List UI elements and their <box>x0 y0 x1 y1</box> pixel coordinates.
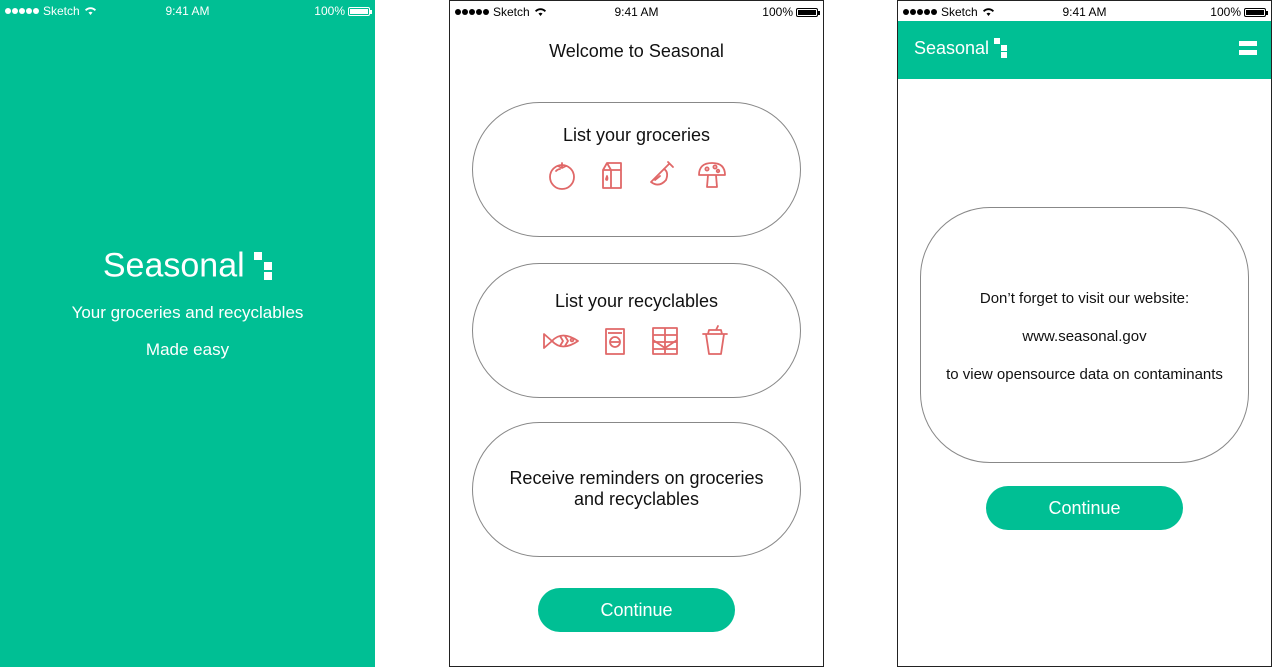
status-bar: Sketch 9:41 AM 100% <box>450 1 823 23</box>
recyclables-card[interactable]: List your recyclables <box>472 263 801 398</box>
card-label: List your groceries <box>562 125 711 145</box>
page-title: Welcome to Seasonal <box>549 41 724 61</box>
battery-icon <box>796 7 820 17</box>
fish-icon <box>542 333 579 349</box>
battery-label: 100% <box>762 5 793 19</box>
header-brand[interactable]: Seasonal <box>914 37 1008 59</box>
battery-label: 100% <box>314 4 345 18</box>
splash-screen: Sketch 9:41 AM 100% Seasonal Your grocer… <box>0 0 375 667</box>
cup-icon <box>701 325 728 355</box>
info-line1: Don’t forget to visit our website: <box>979 290 1190 307</box>
status-bar: Sketch 9:41 AM 100% <box>0 0 375 22</box>
card-label-line1: Receive reminders on groceries <box>509 468 764 488</box>
splash-tagline: Your groceries and recyclables <box>71 303 304 322</box>
app-header: Seasonal <box>898 21 1271 79</box>
battery-icon <box>348 6 372 16</box>
app-name: Seasonal <box>102 246 245 285</box>
splash-logo: Seasonal <box>0 245 375 286</box>
splash-subtitle: Made easy <box>145 340 230 359</box>
milk-carton-icon <box>601 162 622 189</box>
continue-button[interactable]: Continue <box>986 486 1183 530</box>
seasonal-logo-icon <box>254 252 273 281</box>
battery-icon <box>1244 7 1268 17</box>
can-icon <box>604 328 625 355</box>
tomato-icon <box>548 162 575 190</box>
mushroom-icon <box>697 162 726 188</box>
card-label: List your recyclables <box>554 291 719 311</box>
groceries-card[interactable]: List your groceries <box>472 102 801 237</box>
reminders-card[interactable]: Receive reminders on groceries and recyc… <box>472 422 801 557</box>
header-app-name: Seasonal <box>914 37 990 58</box>
onboarding-screen: Sketch 9:41 AM 100% Welcome to Seasonal … <box>449 0 824 667</box>
website-info-screen: Sketch 9:41 AM 100% Seasonal Don’t forge… <box>897 0 1272 667</box>
website-url[interactable]: www.seasonal.gov <box>921 328 1248 345</box>
battery-label: 100% <box>1210 5 1241 19</box>
seasonal-logo-icon <box>994 38 1008 59</box>
continue-button[interactable]: Continue <box>538 588 735 632</box>
info-line3: to view opensource data on contaminants <box>946 366 1223 383</box>
chocolate-bar-icon <box>651 327 678 355</box>
ham-leg-icon <box>649 161 674 186</box>
hamburger-menu-icon[interactable] <box>1239 41 1257 55</box>
website-info-card: Don’t forget to visit our website: www.s… <box>920 207 1249 463</box>
status-bar: Sketch 9:41 AM 100% <box>898 1 1271 23</box>
card-label-line2: and recyclables <box>573 489 700 509</box>
